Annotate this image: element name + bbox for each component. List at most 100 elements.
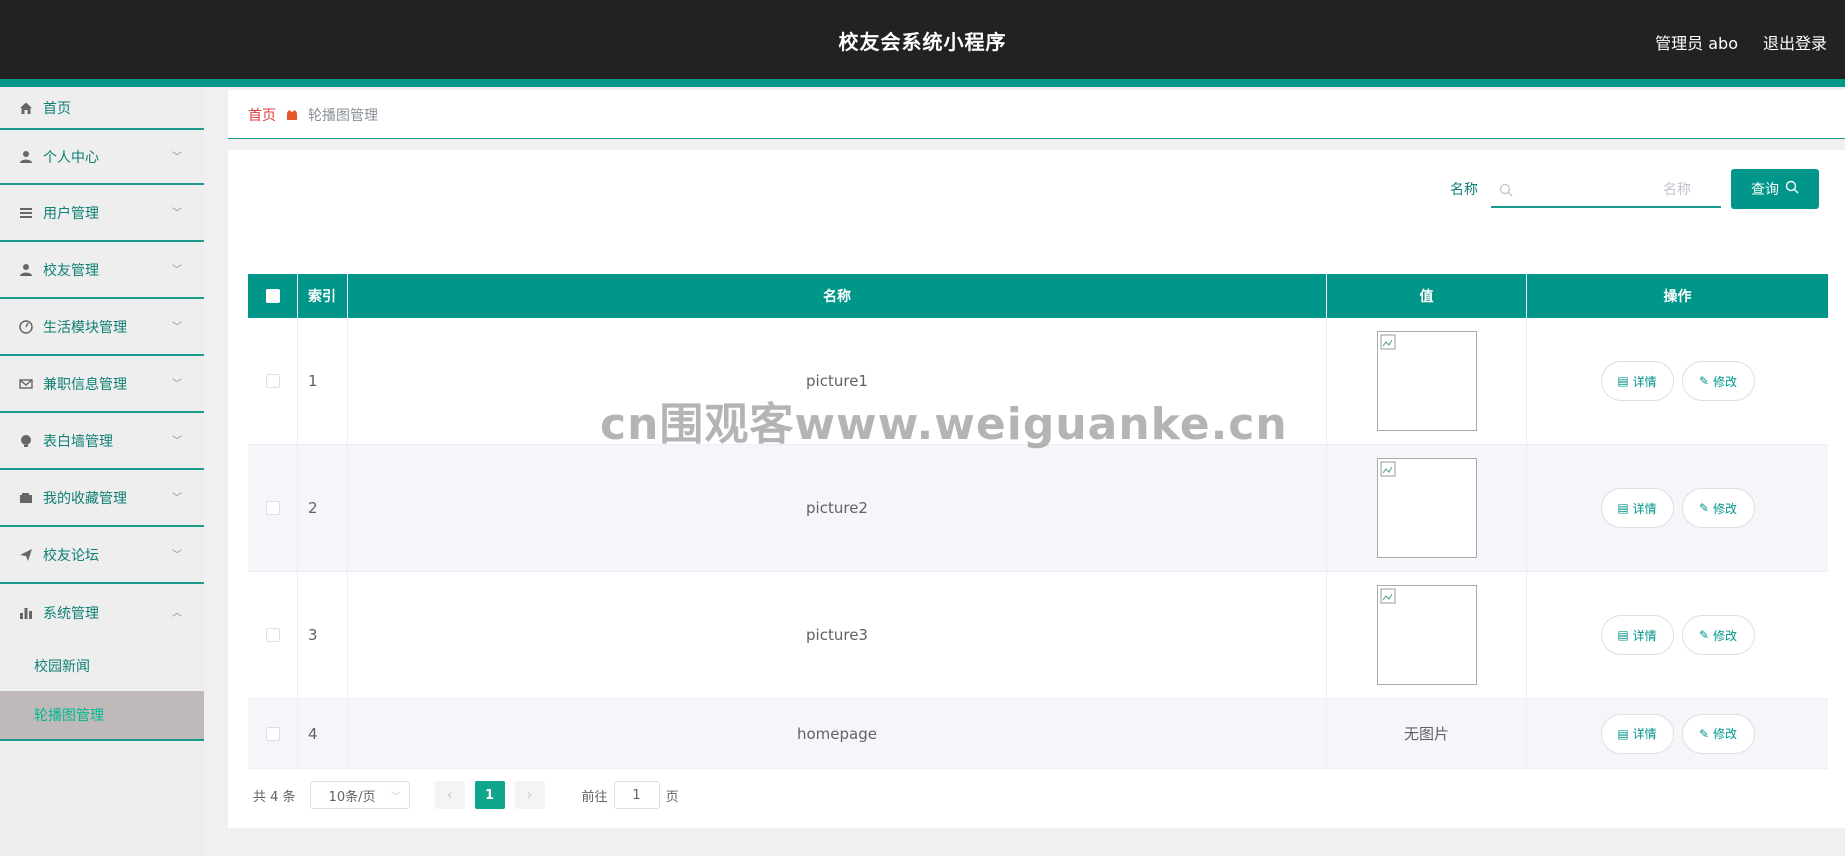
broken-image-thumbnail (1376, 585, 1477, 685)
search-icon (1785, 180, 1799, 198)
sidebar-subitem-label: 轮播图管理 (34, 708, 104, 724)
chevron-right-icon: › (526, 787, 533, 803)
row-checkbox[interactable] (248, 699, 298, 768)
page-size-value: 10条/页 (328, 789, 376, 805)
breadcrumb: 首页 轮播图管理 (228, 90, 1845, 139)
send-icon (18, 547, 34, 563)
page-size-select[interactable]: 10条/页 ﹀ (309, 781, 410, 809)
sidebar-item-confession-wall[interactable]: 表白墙管理 ﹀ (0, 413, 204, 470)
sidebar-item-alumni-management[interactable]: 校友管理 ﹀ (0, 242, 204, 299)
row-name: picture2 (348, 445, 1327, 571)
chevron-up-icon: ︿ (172, 607, 182, 619)
next-page-button[interactable]: › (514, 781, 545, 809)
broken-image-icon (1380, 334, 1395, 350)
document-icon: ▤ (1617, 501, 1629, 515)
app-title: 校友会系统小程序 (838, 30, 1007, 54)
breadcrumb-home-link[interactable]: 首页 (248, 105, 276, 125)
bar-chart-icon (18, 605, 34, 621)
edit-icon: ✎ (1698, 628, 1710, 642)
chevron-down-icon: ﹀ (172, 492, 182, 504)
sidebar-item-alumni-forum[interactable]: 校友论坛 ﹀ (0, 527, 204, 584)
detail-button[interactable]: ▤ 详情 (1600, 361, 1674, 401)
jump-page-input[interactable] (613, 781, 660, 809)
sidebar-item-system-management[interactable]: 系统管理 ︿ (0, 584, 204, 641)
row-checkbox[interactable] (248, 445, 298, 571)
edit-icon: ✎ (1698, 501, 1710, 515)
sidebar-item-home[interactable]: 首页 (0, 87, 204, 128)
search-input[interactable] (1521, 178, 1711, 202)
table-header: 索引 名称 值 操作 (248, 274, 1828, 318)
detail-button-label: 详情 (1632, 374, 1657, 389)
list-icon (18, 205, 34, 221)
row-index: 4 (298, 699, 348, 768)
table-row: 3 picture3 ▤ 详情 ✎ 修改 (248, 572, 1828, 699)
sidebar-item-user-management[interactable]: 用户管理 ﹀ (0, 185, 204, 242)
edit-button[interactable]: ✎ 修改 (1681, 713, 1755, 754)
sidebar-item-part-time-jobs[interactable]: 兼职信息管理 ﹀ (0, 356, 204, 413)
sidebar-item-label: 生活模块管理 (43, 319, 127, 336)
sidebar-subitem-carousel-management[interactable]: 轮播图管理 (0, 691, 204, 741)
detail-button[interactable]: ▤ 详情 (1600, 615, 1674, 655)
edit-button-label: 修改 (1713, 628, 1738, 643)
row-actions: ▤ 详情 ✎ 修改 (1527, 445, 1828, 571)
detail-button[interactable]: ▤ 详情 (1600, 488, 1674, 528)
chevron-left-icon: ‹ (446, 787, 453, 803)
broken-image-thumbnail (1376, 331, 1477, 431)
search-icon (1499, 182, 1513, 197)
sidebar-item-label: 用户管理 (43, 205, 99, 222)
edit-button[interactable]: ✎ 修改 (1681, 615, 1755, 655)
sidebar-item-life-module[interactable]: 生活模块管理 ﹀ (0, 299, 204, 356)
table-row: 2 picture2 ▤ 详情 ✎ 修改 (248, 445, 1828, 572)
row-name: picture1 (348, 318, 1327, 444)
row-value (1327, 445, 1527, 571)
sidebar-item-label: 校友论坛 (43, 547, 99, 564)
wallet-icon (18, 490, 34, 506)
sidebar-subitem-label: 校园新闻 (34, 659, 90, 675)
edit-button[interactable]: ✎ 修改 (1681, 361, 1755, 401)
chevron-down-icon: ﹀ (172, 549, 182, 561)
select-all-checkbox[interactable] (248, 274, 298, 318)
mail-icon (18, 376, 34, 392)
sidebar-item-label: 首页 (43, 100, 71, 117)
row-index: 3 (298, 572, 348, 698)
sidebar-subitem-campus-news[interactable]: 校园新闻 (0, 641, 204, 691)
detail-button[interactable]: ▤ 详情 (1600, 713, 1674, 754)
jump-prefix: 前往 (581, 789, 608, 805)
prev-page-button[interactable]: ‹ (434, 781, 465, 809)
row-checkbox[interactable] (248, 318, 298, 444)
breadcrumb-separator-icon (286, 106, 298, 120)
detail-button-label: 详情 (1632, 727, 1657, 741)
sidebar-item-label: 校友管理 (43, 262, 99, 279)
bulb-icon (18, 433, 34, 449)
edit-icon: ✎ (1698, 374, 1710, 388)
edit-button-label: 修改 (1713, 374, 1738, 389)
detail-button-label: 详情 (1632, 501, 1657, 516)
row-index: 2 (298, 445, 348, 571)
page-number-button[interactable]: 1 (474, 781, 505, 809)
query-button-label: 查询 (1751, 182, 1779, 198)
user-icon (18, 262, 34, 278)
edit-button-label: 修改 (1713, 501, 1738, 516)
document-icon: ▤ (1617, 726, 1629, 741)
row-checkbox[interactable] (248, 572, 298, 698)
user-icon (18, 149, 34, 165)
gauge-icon (18, 319, 34, 335)
chevron-down-icon: ﹀ (172, 435, 182, 447)
logout-link[interactable]: 退出登录 (1763, 30, 1827, 54)
chevron-down-icon: ﹀ (390, 792, 401, 803)
row-actions: ▤ 详情 ✎ 修改 (1527, 572, 1828, 698)
chevron-down-icon: ﹀ (172, 378, 182, 390)
row-actions: ▤ 详情 ✎ 修改 (1527, 699, 1828, 768)
sidebar-item-favorites[interactable]: 我的收藏管理 ﹀ (0, 470, 204, 527)
document-icon: ▤ (1617, 374, 1629, 388)
home-icon (18, 100, 34, 116)
edit-button[interactable]: ✎ 修改 (1681, 488, 1755, 528)
search-field[interactable] (1491, 172, 1721, 208)
sidebar: 首页 个人中心 ﹀ 用户管理 ﹀ 校友管理 ﹀ 生活模块管理 ﹀ 兼职信息管理 … (0, 87, 204, 856)
row-index: 1 (298, 318, 348, 444)
query-button[interactable]: 查询 (1731, 169, 1819, 209)
broken-image-icon (1380, 461, 1395, 477)
chevron-down-icon: ﹀ (172, 264, 182, 276)
sidebar-item-personal-center[interactable]: 个人中心 ﹀ (0, 128, 204, 185)
document-icon: ▤ (1617, 628, 1629, 642)
